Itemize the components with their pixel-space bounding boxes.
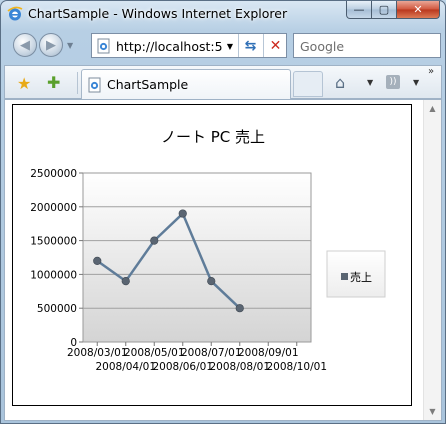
- feed-icon[interactable]: )): [386, 75, 400, 89]
- x-axis: 2008/03/01 2008/04/01 2008/05/01 2008/06/01…: [67, 342, 327, 373]
- more-chevron-icon[interactable]: »: [428, 66, 434, 77]
- x-tick-label: 2008/08/01: [209, 361, 270, 373]
- address-input[interactable]: http://localhost:5: [116, 39, 223, 54]
- x-tick-label: 2008/10/01: [266, 361, 327, 373]
- window-title: ChartSample - Windows Internet Explorer: [28, 6, 288, 21]
- ie-logo-icon: [7, 6, 23, 21]
- y-tick-label: 1500000: [30, 236, 77, 248]
- legend-label: 売上: [350, 271, 372, 284]
- x-tick-label: 2008/09/01: [238, 347, 299, 359]
- address-bar[interactable]: http://localhost:5 ▼ ⇆ ✕: [91, 33, 287, 58]
- favorites-star-icon[interactable]: ★: [17, 74, 31, 93]
- x-tick-label: 2008/04/01: [95, 361, 156, 373]
- legend: 売上: [326, 250, 386, 298]
- caption-buttons: — ▢ ✕: [346, 1, 440, 19]
- close-button[interactable]: ✕: [397, 1, 440, 19]
- data-point: [121, 277, 130, 286]
- page-icon: [97, 38, 110, 54]
- x-tick-label: 2008/03/01: [67, 347, 128, 359]
- search-input[interactable]: Google: [300, 39, 344, 54]
- search-box[interactable]: Google: [293, 33, 441, 58]
- feed-dropdown-icon[interactable]: ▼: [413, 78, 419, 87]
- toolbar-separator: [77, 72, 78, 94]
- y-tick-label: 500000: [37, 303, 77, 315]
- line-chart: ノート PC 売上 050000010000001500000200000025…: [30, 128, 386, 373]
- scroll-up-arrow-icon[interactable]: ▲: [424, 100, 441, 117]
- plot-area: [82, 172, 312, 343]
- data-point: [150, 236, 159, 245]
- chart-frame: ノート PC 売上 0 500000 1000000 1500000 2000000 25…: [12, 104, 412, 406]
- data-point: [207, 277, 216, 286]
- minimize-button[interactable]: —: [346, 1, 372, 19]
- history-dropdown-icon[interactable]: ▼: [67, 41, 73, 50]
- address-dropdown-icon[interactable]: ▼: [223, 37, 237, 55]
- new-tab-button[interactable]: [293, 71, 323, 97]
- title-bar[interactable]: ChartSample - Windows Internet Explorer …: [1, 1, 445, 27]
- home-icon[interactable]: ⌂: [335, 73, 345, 92]
- y-tick-label: 1000000: [30, 269, 77, 281]
- tab-chartsample[interactable]: ChartSample: [81, 69, 291, 99]
- chart-title: ノート PC 売上: [161, 128, 265, 146]
- data-point: [235, 304, 244, 313]
- forward-button[interactable]: ▶: [39, 33, 63, 57]
- vertical-scrollbar[interactable]: ▲ ▼: [423, 100, 441, 420]
- tab-label: ChartSample: [107, 77, 189, 92]
- scroll-down-arrow-icon[interactable]: ▼: [424, 403, 441, 420]
- add-favorites-icon[interactable]: ✚: [47, 73, 60, 92]
- legend-swatch: [341, 273, 348, 280]
- y-tick-label: 2000000: [30, 202, 77, 214]
- data-point: [178, 209, 187, 218]
- refresh-button[interactable]: ⇆: [238, 34, 262, 57]
- x-tick-label: 2008/05/01: [124, 347, 185, 359]
- y-axis: 05000001000000150000020000002500000: [30, 168, 83, 349]
- browser-window: ChartSample - Windows Internet Explorer …: [0, 0, 446, 424]
- tab-bar: ★ ✚ ChartSample ⌂ ▼ )) ▼ »: [4, 65, 442, 99]
- home-dropdown-icon[interactable]: ▼: [367, 78, 373, 87]
- page-content: ノート PC 売上 0 500000 1000000 1500000 2000000 25…: [4, 99, 442, 421]
- x-tick-label: 2008/06/01: [152, 361, 213, 373]
- stop-button[interactable]: ✕: [263, 34, 287, 57]
- y-tick-label: 2500000: [30, 168, 77, 180]
- tab-page-icon: [88, 77, 101, 93]
- x-tick-label: 2008/07/01: [181, 347, 242, 359]
- back-button[interactable]: ◀: [13, 33, 37, 57]
- data-point: [93, 256, 102, 265]
- maximize-button[interactable]: ▢: [372, 1, 397, 19]
